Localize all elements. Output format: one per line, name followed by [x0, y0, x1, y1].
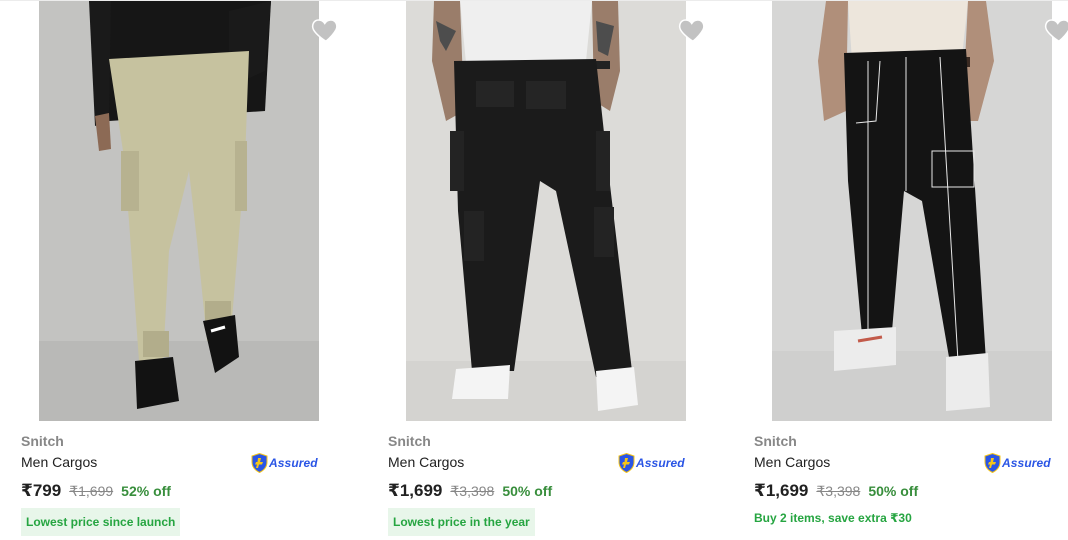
selling-price: ₹799 [21, 481, 62, 500]
assured-label: Assured [636, 456, 685, 470]
price-row: ₹799 ₹1,699 52% off [21, 481, 171, 501]
price-tag-badge: Lowest price since launch [21, 508, 181, 536]
original-price: ₹3,398 [450, 483, 495, 499]
discount-label: 50% off [868, 483, 919, 499]
product-brand: Snitch [754, 433, 797, 449]
assured-badge: Assured [618, 452, 685, 474]
product-image[interactable] [39, 1, 319, 421]
original-price: ₹1,699 [69, 483, 114, 499]
price-tag-badge: Lowest price in the year [388, 508, 535, 536]
shield-plus-icon [984, 453, 1001, 473]
product-card[interactable]: Snitch Men Cargos Assured ₹1,699 ₹3,398 … [733, 0, 1068, 540]
selling-price: ₹1,699 [754, 481, 809, 500]
wishlist-heart-icon[interactable] [1044, 15, 1068, 45]
shield-plus-icon [251, 453, 268, 473]
wishlist-heart-icon[interactable] [311, 15, 341, 45]
assured-label: Assured [269, 456, 318, 470]
product-title[interactable]: Men Cargos [388, 454, 464, 470]
product-title[interactable]: Men Cargos [754, 454, 830, 470]
bundle-offer-text: Buy 2 items, save extra ₹30 [754, 511, 912, 525]
discount-label: 52% off [121, 483, 171, 499]
price-row: ₹1,699 ₹3,398 50% off [388, 481, 552, 501]
shield-plus-icon [618, 453, 635, 473]
wishlist-heart-icon[interactable] [678, 15, 708, 45]
product-image[interactable] [772, 1, 1052, 421]
price-row: ₹1,699 ₹3,398 50% off [754, 481, 918, 501]
product-card[interactable]: Snitch Men Cargos Assured ₹799 ₹1,699 52… [0, 0, 350, 540]
product-card[interactable]: Snitch Men Cargos Assured ₹1,699 ₹3,398 … [367, 0, 717, 540]
assured-badge: Assured [251, 452, 318, 474]
product-brand: Snitch [388, 433, 431, 449]
product-image[interactable] [406, 1, 686, 421]
assured-label: Assured [1002, 456, 1051, 470]
assured-badge: Assured [984, 452, 1051, 474]
discount-label: 50% off [502, 483, 553, 499]
product-brand: Snitch [21, 433, 64, 449]
product-title[interactable]: Men Cargos [21, 454, 97, 470]
selling-price: ₹1,699 [388, 481, 443, 500]
original-price: ₹3,398 [816, 483, 861, 499]
